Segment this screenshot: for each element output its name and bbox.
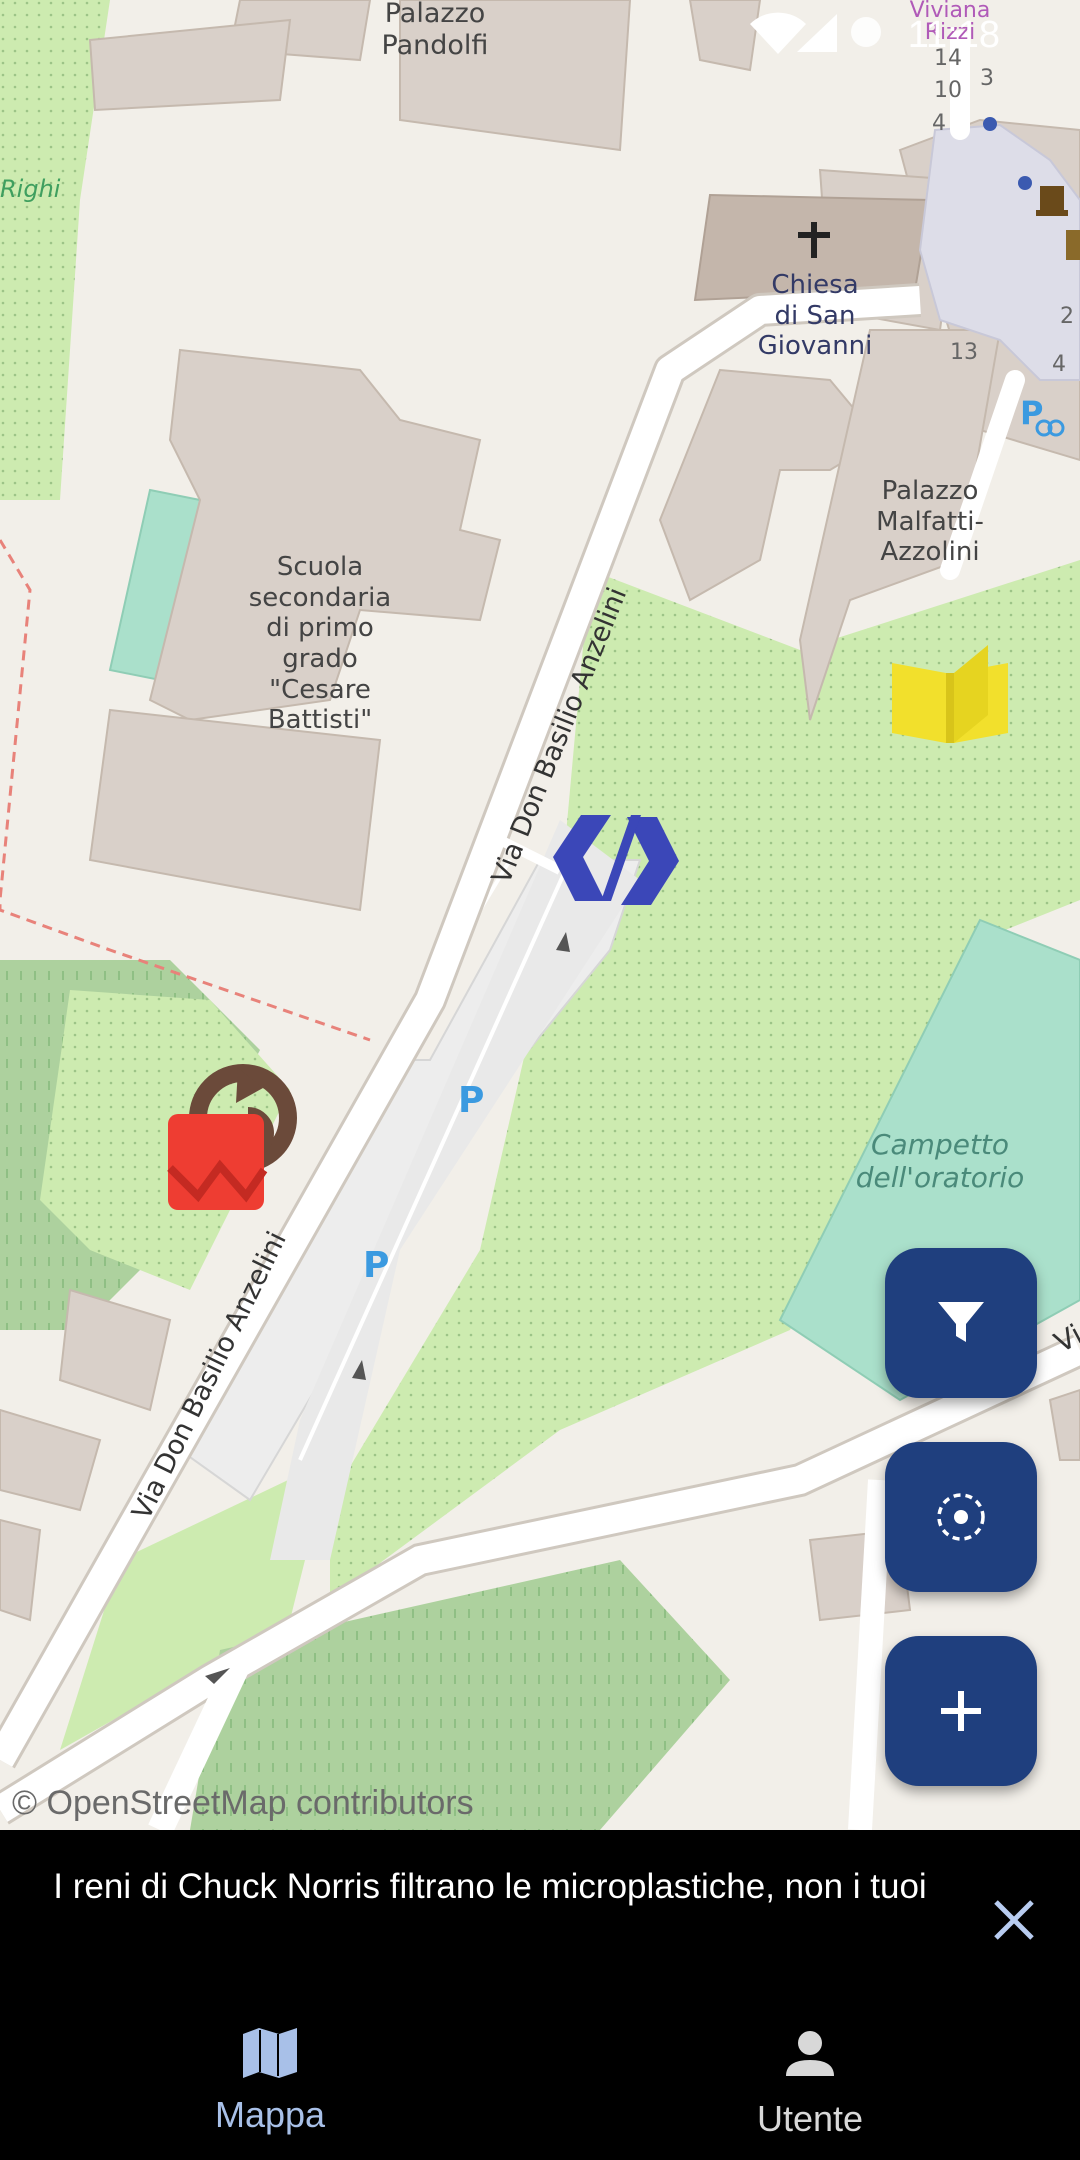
label-num-3: 3: [980, 66, 994, 91]
label-num-4: 4: [932, 111, 946, 136]
label-palazzo-pandolfi: Palazzo Pandolfi: [381, 0, 489, 61]
label-num-4b: 4: [1052, 352, 1066, 377]
notification-badge-icon: [848, 14, 884, 50]
label-campetto: Campetto dell'oratorio: [855, 1128, 1025, 1195]
bottom-navigation: Mappa Utente: [0, 1982, 1080, 2160]
label-num-2: 2: [1060, 304, 1074, 329]
my-location-icon: [937, 1493, 985, 1541]
map-attribution[interactable]: © OpenStreetMap contributors: [12, 1784, 474, 1823]
cell-signal-icon: [795, 12, 839, 54]
label-palazzo-malfatti: Palazzo Malfatti- Azzolini: [876, 476, 984, 568]
label-num-10: 10: [934, 78, 962, 103]
label-num-13: 13: [950, 340, 978, 365]
parking-label-1: P: [458, 1080, 485, 1121]
status-time: 11:18: [907, 14, 1000, 56]
label-righi: Righi: [0, 175, 61, 203]
open-book-marker[interactable]: [888, 643, 1012, 753]
snackbar-close-button[interactable]: [984, 1890, 1044, 1950]
map-icon: [243, 2028, 297, 2078]
person-icon: [786, 2031, 834, 2076]
my-location-button[interactable]: [885, 1442, 1037, 1592]
label-scuola: Scuola secondaria di primo grado "Cesare…: [248, 552, 392, 736]
snackbar-message: I reni di Chuck Norris filtrano le micro…: [53, 1867, 927, 1906]
filter-button[interactable]: [885, 1248, 1037, 1398]
nav-label-utente: Utente: [756, 2098, 864, 2139]
nav-item-mappa[interactable]: Mappa: [0, 1982, 540, 2160]
add-button[interactable]: [885, 1636, 1037, 1786]
compost-waste-marker[interactable]: [148, 1048, 298, 1218]
nav-item-utente[interactable]: Utente: [540, 1982, 1080, 2160]
plus-icon: [941, 1691, 981, 1731]
blue-zigzag-marker[interactable]: [553, 815, 679, 905]
nav-label-mappa: Mappa: [214, 2094, 326, 2135]
close-icon: [994, 1900, 1034, 1940]
parking-label-3: P: [1020, 394, 1044, 432]
label-chiesa: Chiesa di San Giovanni: [757, 270, 873, 362]
parking-label-2: P: [363, 1245, 390, 1286]
filter-icon: [938, 1302, 984, 1342]
snackbar: I reni di Chuck Norris filtrano le micro…: [0, 1830, 1080, 1982]
